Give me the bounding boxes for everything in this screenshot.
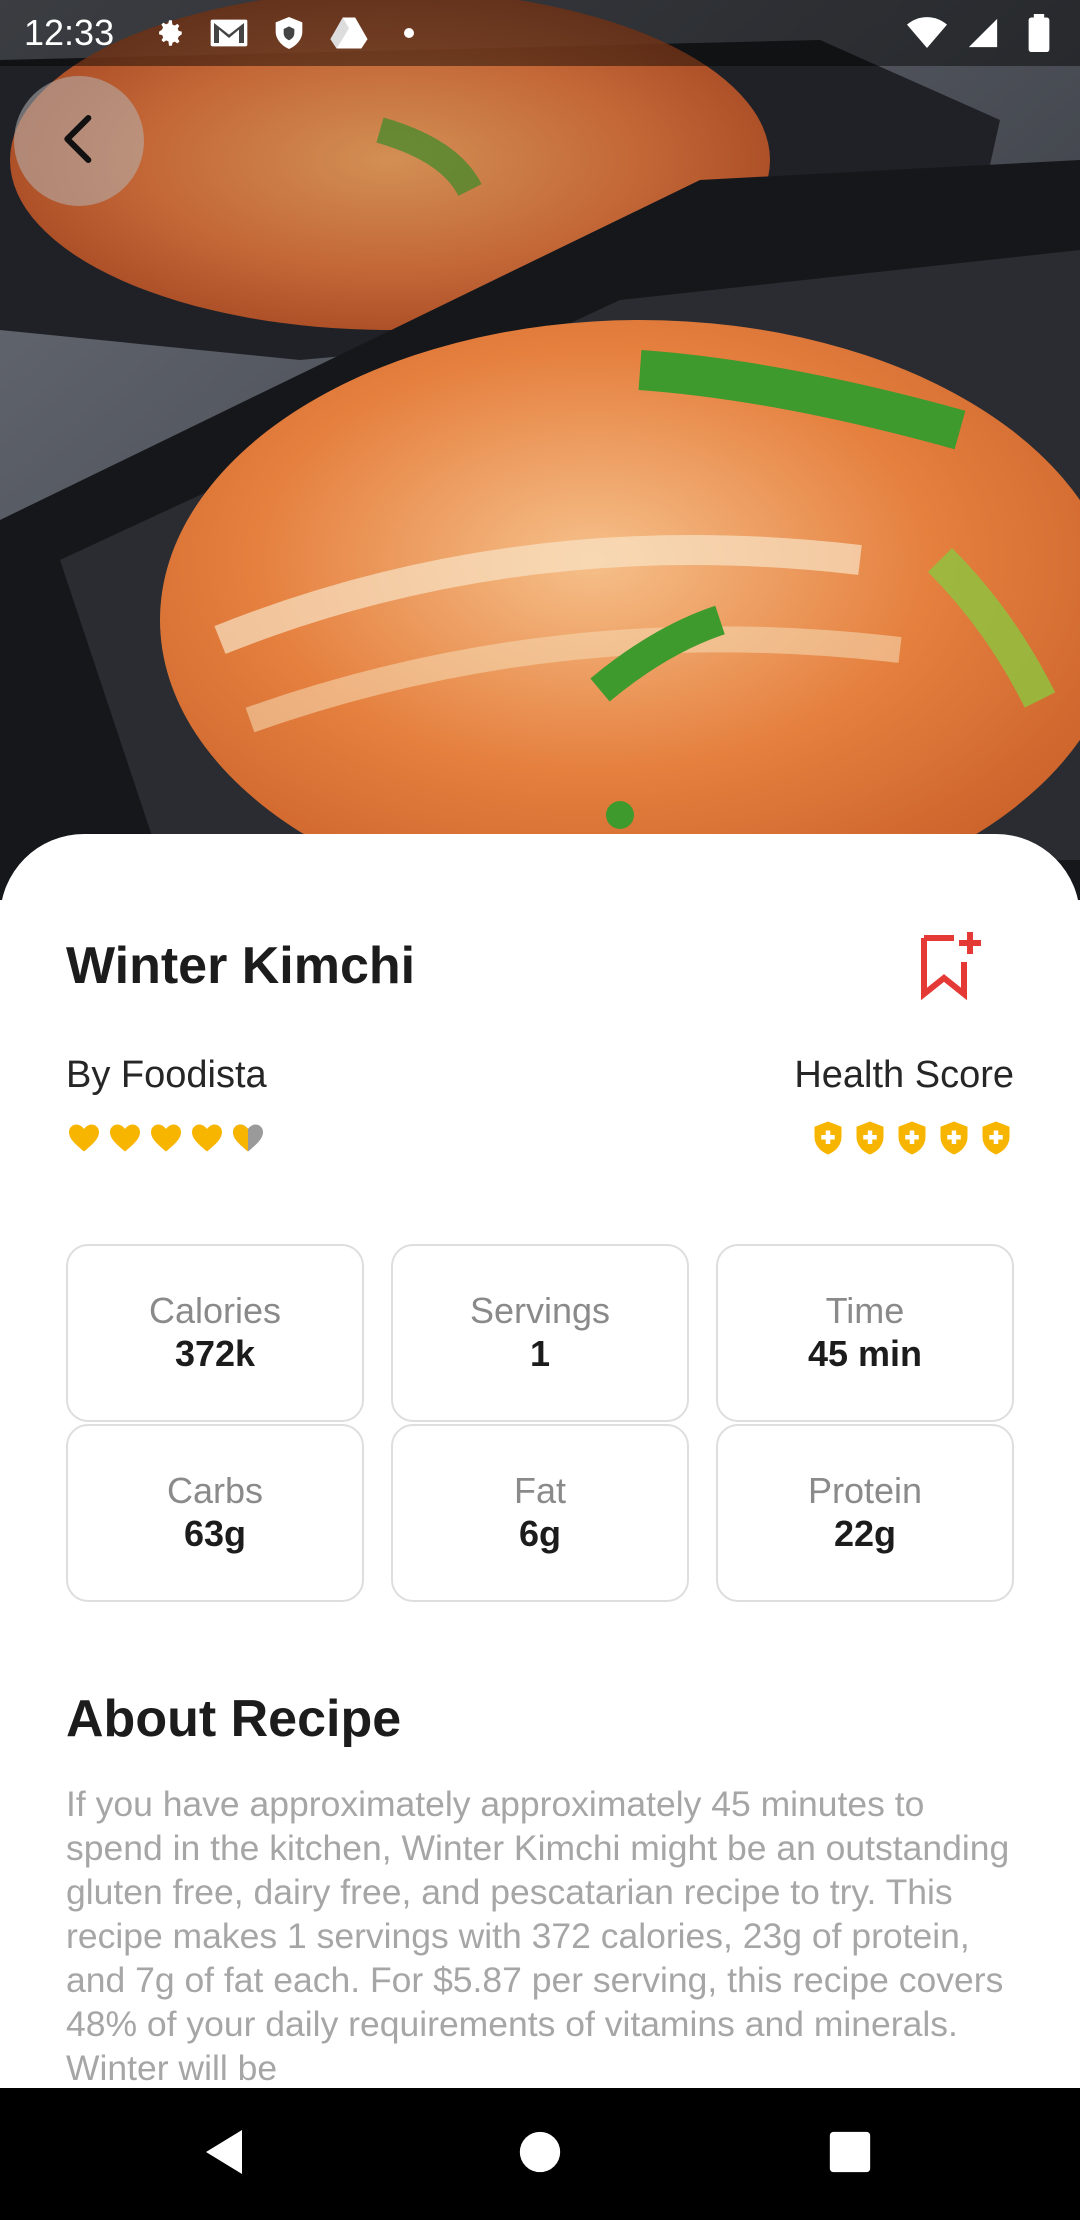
signal-icon xyxy=(962,12,1004,54)
stat-label: Fat xyxy=(513,1470,566,1511)
stat-value: 372k xyxy=(174,1333,256,1374)
gmail-icon xyxy=(208,12,250,54)
system-nav-bar xyxy=(0,2088,1080,2220)
stat-value: 22g xyxy=(833,1513,897,1554)
status-system-icons xyxy=(906,12,1060,54)
stat-label: Servings xyxy=(469,1290,611,1331)
stat-value: 45 min xyxy=(807,1333,923,1374)
about-recipe-text: If you have approximately approximately … xyxy=(66,1784,1010,2088)
stat-value: 63g xyxy=(183,1513,247,1554)
nav-home-button[interactable] xyxy=(504,2118,576,2190)
drive-icon xyxy=(328,12,370,54)
status-time: 12:33 xyxy=(24,12,115,53)
stat-value: 1 xyxy=(529,1333,551,1374)
battery-icon xyxy=(1018,12,1060,54)
nav-recents-button[interactable] xyxy=(814,2118,886,2190)
status-bar: 12:33 xyxy=(0,0,1080,66)
status-notification-icons xyxy=(148,12,430,54)
back-button[interactable] xyxy=(14,76,144,206)
shield-plus-icon xyxy=(978,1120,1014,1156)
stat-card-calories: Calories 372k xyxy=(66,1244,364,1422)
dot-icon xyxy=(388,12,430,54)
recipe-detail-sheet: Winter Kimchi By Foodista Health Score C… xyxy=(0,834,1080,2088)
kimchi-photo xyxy=(0,0,1080,900)
heart-icon xyxy=(107,1120,143,1156)
heart-icon xyxy=(148,1120,184,1156)
recipe-title: Winter Kimchi xyxy=(66,937,416,995)
stat-card-carbs: Carbs 63g xyxy=(66,1424,364,1602)
chevron-left-icon xyxy=(51,111,107,172)
bookmark-add-icon xyxy=(918,932,984,1004)
recipe-hero-image xyxy=(0,0,1080,900)
shield-icon xyxy=(268,12,310,54)
stat-label: Calories xyxy=(148,1290,282,1331)
half-heart-icon xyxy=(230,1120,266,1156)
stat-card-servings: Servings 1 xyxy=(391,1244,689,1422)
heart-icon xyxy=(66,1120,102,1156)
home-circle-icon xyxy=(518,2130,562,2179)
shield-plus-icon xyxy=(852,1120,888,1156)
stat-card-fat: Fat 6g xyxy=(391,1424,689,1602)
shield-plus-icon xyxy=(936,1120,972,1156)
about-recipe-heading: About Recipe xyxy=(66,1690,402,1748)
wifi-icon xyxy=(906,12,948,54)
bookmark-add-button[interactable] xyxy=(918,930,984,1001)
stat-label: Carbs xyxy=(166,1470,264,1511)
heart-icon xyxy=(189,1120,225,1156)
back-triangle-icon xyxy=(202,2126,250,2183)
stat-card-protein: Protein 22g xyxy=(716,1424,1014,1602)
shield-plus-icon xyxy=(810,1120,846,1156)
nutrition-stats-grid: Calories 372k Servings 1 Time 45 min Car… xyxy=(66,1244,1014,1602)
stat-value: 6g xyxy=(518,1513,561,1554)
nav-back-button[interactable] xyxy=(190,2118,262,2190)
health-score-shields xyxy=(810,1120,1014,1156)
recipe-author: By Foodista xyxy=(66,1054,267,1096)
recents-square-icon xyxy=(828,2130,872,2179)
rating-hearts xyxy=(66,1120,266,1156)
stat-label: Protein xyxy=(807,1470,923,1511)
stat-card-time: Time 45 min xyxy=(716,1244,1014,1422)
shield-plus-icon xyxy=(894,1120,930,1156)
stat-label: Time xyxy=(825,1290,905,1331)
health-score-label: Health Score xyxy=(794,1054,1014,1096)
settings-icon xyxy=(148,12,190,54)
